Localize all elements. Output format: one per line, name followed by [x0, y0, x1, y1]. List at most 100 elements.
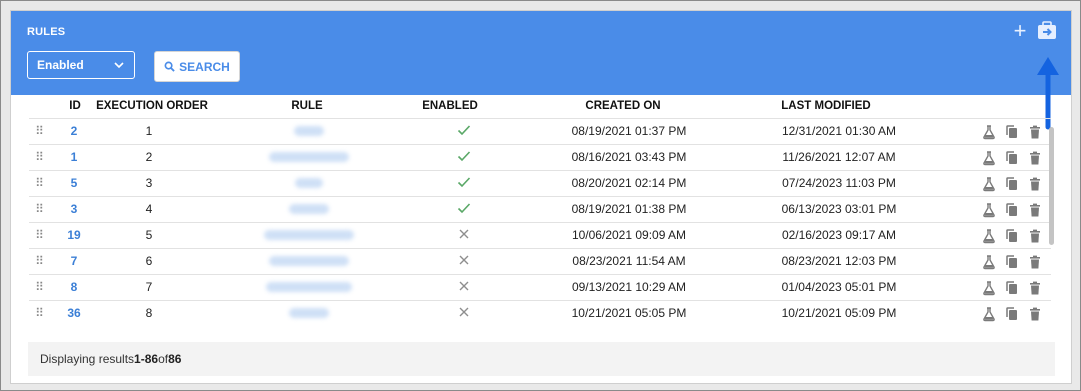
- rule-id-link[interactable]: 36: [61, 306, 87, 320]
- rule-id-link[interactable]: 19: [61, 228, 87, 242]
- copy-icon[interactable]: [1004, 254, 1020, 270]
- flask-icon[interactable]: [981, 306, 997, 322]
- last-modified-value: 06/13/2023 03:01 PM: [781, 202, 897, 216]
- rule-name-redacted[interactable]: [259, 254, 359, 269]
- enabled-filter-select[interactable]: Enabled: [27, 51, 135, 79]
- copy-icon[interactable]: [1004, 176, 1020, 192]
- results-total: 86: [168, 352, 182, 366]
- table-row[interactable]: ⠿ 36 8 10/21/2021 05:05 PM 10/21/2021 05:09 …: [29, 300, 1051, 326]
- export-briefcase-icon[interactable]: [1035, 19, 1059, 43]
- rule-name-redacted[interactable]: [259, 150, 359, 165]
- trash-icon[interactable]: [1027, 124, 1043, 140]
- trash-icon[interactable]: [1027, 202, 1043, 218]
- rule-name-redacted[interactable]: [259, 306, 359, 321]
- enabled-status: [454, 228, 474, 243]
- enabled-status: [454, 150, 474, 165]
- trash-icon[interactable]: [1027, 176, 1043, 192]
- execution-order-value: 3: [145, 176, 153, 190]
- copy-icon[interactable]: [1004, 124, 1020, 140]
- execution-order-value: 7: [145, 280, 153, 294]
- flask-icon[interactable]: [981, 228, 997, 244]
- trash-icon[interactable]: [1027, 254, 1043, 270]
- created-on-value: 08/23/2021 11:54 AM: [572, 254, 686, 268]
- rule-id-link[interactable]: 1: [61, 150, 87, 164]
- trash-icon[interactable]: [1027, 150, 1043, 166]
- flask-icon[interactable]: [981, 124, 997, 140]
- rule-id-link[interactable]: 8: [61, 280, 87, 294]
- row-actions: [981, 202, 1051, 218]
- column-header-created-on[interactable]: CREATED ON: [571, 100, 675, 112]
- rule-id-link[interactable]: 5: [61, 176, 87, 190]
- drag-handle-icon[interactable]: ⠿: [33, 280, 45, 294]
- table-row[interactable]: ⠿ 8 7 09/13/2021 10:29 AM 01/04/2023 05:01 P…: [29, 274, 1051, 300]
- x-icon: [459, 307, 469, 317]
- rule-name-redacted[interactable]: [259, 202, 359, 217]
- table-row[interactable]: ⠿ 1 2 08/16/2021 03:43 PM 11/26/2021 12:07 A…: [29, 144, 1051, 170]
- table-scrollbar[interactable]: [1049, 127, 1054, 245]
- last-modified-value: 07/24/2023 11:03 PM: [782, 176, 896, 190]
- copy-icon[interactable]: [1004, 150, 1020, 166]
- x-icon: [459, 281, 469, 291]
- drag-handle-icon[interactable]: ⠿: [33, 228, 45, 242]
- copy-icon[interactable]: [1004, 228, 1020, 244]
- flask-icon[interactable]: [981, 176, 997, 192]
- rule-id-link[interactable]: 7: [61, 254, 87, 268]
- drag-handle-icon[interactable]: ⠿: [33, 254, 45, 268]
- row-actions: [981, 306, 1051, 322]
- rules-panel: RULES Enabled SEARCH + ID EXECUTION ORDE…: [10, 10, 1072, 384]
- copy-icon[interactable]: [1004, 306, 1020, 322]
- table-row[interactable]: ⠿ 19 5 10/06/2021 09:09 AM 02/16/2023 09:17 …: [29, 222, 1051, 248]
- copy-icon[interactable]: [1004, 280, 1020, 296]
- row-actions: [981, 124, 1051, 140]
- page-title: RULES: [27, 26, 66, 38]
- column-header-id[interactable]: ID: [66, 100, 84, 112]
- results-prefix: Displaying results: [40, 352, 135, 366]
- created-on-value: 10/06/2021 09:09 AM: [571, 228, 687, 242]
- execution-order-value: 4: [145, 202, 153, 216]
- drag-handle-icon[interactable]: ⠿: [33, 202, 45, 216]
- execution-order-value: 8: [145, 306, 153, 320]
- flask-icon[interactable]: [981, 202, 997, 218]
- x-icon: [459, 255, 469, 265]
- plus-icon[interactable]: +: [1010, 20, 1030, 44]
- trash-icon[interactable]: [1027, 228, 1043, 244]
- created-on-value: 08/20/2021 02:14 PM: [571, 176, 687, 190]
- drag-handle-icon[interactable]: ⠿: [33, 124, 45, 138]
- column-header-last-modified[interactable]: LAST MODIFIED: [769, 100, 883, 112]
- table-header: ID EXECUTION ORDER RULE ENABLED CREATED …: [11, 96, 1051, 118]
- flask-icon[interactable]: [981, 150, 997, 166]
- rule-name-redacted[interactable]: [259, 228, 359, 243]
- search-button[interactable]: SEARCH: [154, 51, 240, 82]
- created-on-value: 10/21/2021 05:05 PM: [571, 306, 687, 320]
- rule-id-link[interactable]: 2: [61, 124, 87, 138]
- rule-id-link[interactable]: 3: [61, 202, 87, 216]
- enabled-status: [454, 306, 474, 321]
- column-header-rule[interactable]: RULE: [277, 100, 337, 112]
- drag-handle-icon[interactable]: ⠿: [33, 176, 45, 190]
- drag-handle-icon[interactable]: ⠿: [33, 306, 45, 320]
- rule-name-redacted[interactable]: [259, 176, 359, 191]
- created-on-value: 08/19/2021 01:38 PM: [571, 202, 687, 216]
- flask-icon[interactable]: [981, 254, 997, 270]
- rules-table-body: ⠿ 2 1 08/19/2021 01:37 PM 12/31/2021 01:30 A…: [29, 118, 1051, 326]
- drag-handle-icon[interactable]: ⠿: [33, 150, 45, 164]
- last-modified-value: 12/31/2021 01:30 AM: [781, 124, 897, 138]
- table-row[interactable]: ⠿ 7 6 08/23/2021 11:54 AM 08/23/2021 12:03 P…: [29, 248, 1051, 274]
- flask-icon[interactable]: [981, 280, 997, 296]
- execution-order-value: 2: [145, 150, 153, 164]
- row-actions: [981, 254, 1051, 270]
- last-modified-value: 02/16/2023 09:17 AM: [781, 228, 897, 242]
- table-row[interactable]: ⠿ 2 1 08/19/2021 01:37 PM 12/31/2021 01:30 A…: [29, 118, 1051, 144]
- search-icon: [164, 61, 175, 72]
- results-range: 1-86: [134, 352, 159, 366]
- check-icon: [457, 125, 471, 136]
- table-row[interactable]: ⠿ 3 4 08/19/2021 01:38 PM 06/13/2023 03:01 P…: [29, 196, 1051, 222]
- table-row[interactable]: ⠿ 5 3 08/20/2021 02:14 PM 07/24/2023 11:03 P…: [29, 170, 1051, 196]
- rule-name-redacted[interactable]: [259, 124, 359, 139]
- trash-icon[interactable]: [1027, 306, 1043, 322]
- trash-icon[interactable]: [1027, 280, 1043, 296]
- column-header-execution-order[interactable]: EXECUTION ORDER: [95, 100, 209, 112]
- column-header-enabled[interactable]: ENABLED: [413, 100, 487, 112]
- copy-icon[interactable]: [1004, 202, 1020, 218]
- rule-name-redacted[interactable]: [259, 280, 359, 295]
